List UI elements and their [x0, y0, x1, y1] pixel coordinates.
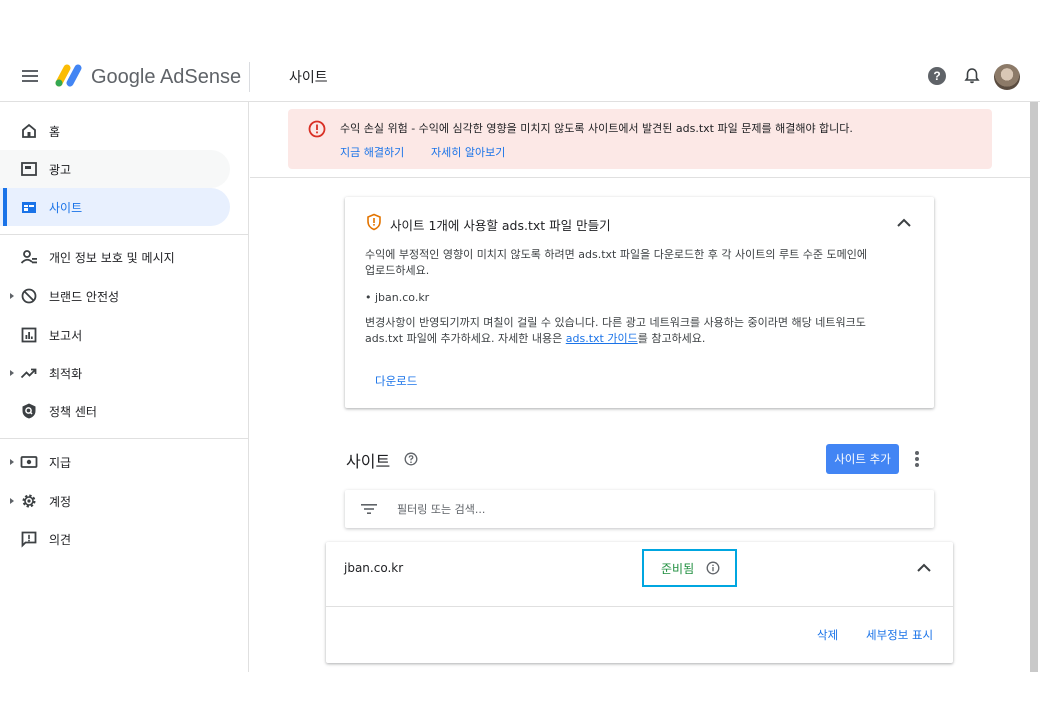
- card-description: 수익에 부정적인 영향이 미치지 않도록 하려면 ads.txt 파일을 다운로…: [365, 247, 925, 279]
- sidebar-item-ads[interactable]: 광고: [0, 150, 230, 188]
- sidebar-item-label: 광고: [49, 163, 72, 177]
- sidebar-item-label: 최적화: [49, 367, 83, 381]
- sidebar-item-account[interactable]: 계정: [0, 482, 230, 520]
- feedback-icon: [21, 531, 37, 548]
- site-row-card: jban.co.kr 준비됨 삭제 세부정보 표시: [326, 542, 953, 663]
- note-text: 를 참고하세요.: [637, 332, 706, 345]
- sites-icon: [22, 202, 36, 213]
- scrollbar[interactable]: [1030, 102, 1038, 672]
- status-highlight-box: 준비됨: [642, 549, 737, 587]
- expand-caret-icon[interactable]: [10, 293, 14, 299]
- sidebar-item-label: 계정: [49, 495, 72, 509]
- fix-now-link[interactable]: 지금 해결하기: [340, 144, 404, 160]
- search-input[interactable]: [397, 500, 897, 518]
- sidebar-item-label: 브랜드 안전성: [49, 290, 120, 304]
- sidebar-item-sites[interactable]: 사이트: [0, 188, 230, 226]
- collapse-chevron-icon[interactable]: [896, 217, 912, 229]
- card-title: 사이트 1개에 사용할 ads.txt 파일 만들기: [390, 218, 611, 233]
- delete-button[interactable]: 삭제: [817, 627, 838, 643]
- privacy-icon: [20, 250, 37, 264]
- warning-shield-icon: [367, 213, 381, 231]
- sidebar: 홈 광고 사이트 개인 정보 보호 및 메시지 브랜드 안전성 보고서 최적화 …: [0, 102, 249, 672]
- ads-txt-alert-banner: 수익 손실 위험 - 수익에 심각한 영향을 미치지 않도록 사이트에서 발견된…: [288, 109, 992, 169]
- expand-caret-icon[interactable]: [10, 370, 14, 376]
- policy-shield-icon: [22, 403, 36, 419]
- content-divider: [250, 177, 1030, 178]
- sidebar-item-label: 개인 정보 보호 및 메시지: [49, 251, 175, 265]
- sidebar-item-label: 보고서: [49, 329, 83, 343]
- sidebar-divider: [0, 234, 249, 235]
- description-line: 업로드하세요.: [365, 264, 430, 277]
- avatar[interactable]: [994, 64, 1020, 90]
- sidebar-item-payments[interactable]: 지급: [0, 443, 230, 481]
- note-line: 변경사항이 반영되기까지 며칠이 걸릴 수 있습니다. 다른 광고 네트워크를 …: [365, 316, 866, 329]
- bell-icon[interactable]: [963, 67, 981, 85]
- sidebar-item-label: 의견: [49, 533, 72, 547]
- top-bar: Google AdSense 사이트 ?: [0, 52, 1040, 102]
- block-icon: [21, 288, 37, 304]
- expand-caret-icon[interactable]: [10, 498, 14, 504]
- add-site-button[interactable]: 사이트 추가: [826, 444, 899, 474]
- filter-bar: [345, 490, 934, 528]
- error-icon: [308, 120, 326, 138]
- page-title: 사이트: [289, 70, 328, 86]
- row-divider: [326, 606, 953, 607]
- alert-message: 수익 손실 위험 - 수익에 심각한 영향을 미치지 않도록 사이트에서 발견된…: [340, 122, 853, 135]
- payment-icon: [20, 456, 38, 468]
- sites-section-title: 사이트: [346, 452, 391, 471]
- site-domain: jban.co.kr: [344, 561, 404, 575]
- card-note: 변경사항이 반영되기까지 며칠이 걸릴 수 있습니다. 다른 광고 네트워크를 …: [365, 315, 925, 347]
- main-content: 수익 손실 위험 - 수익에 심각한 영향을 미치지 않도록 사이트에서 발견된…: [250, 102, 1030, 672]
- sidebar-item-label: 홈: [49, 125, 61, 139]
- download-button[interactable]: 다운로드: [375, 373, 417, 389]
- site-bullet: • jban.co.kr: [365, 291, 430, 304]
- help-outline-icon[interactable]: [404, 452, 418, 466]
- ads-txt-guide-link[interactable]: ads.txt 가이드: [566, 332, 638, 345]
- menu-icon[interactable]: [22, 69, 40, 83]
- gear-icon: [22, 494, 36, 508]
- note-line: ads.txt 파일에 추가하세요. 자세한 내용은 ads.txt 가이드를 …: [365, 331, 925, 347]
- trending-icon: [20, 368, 37, 379]
- learn-more-link[interactable]: 자세히 알아보기: [431, 144, 505, 160]
- status-badge: 준비됨: [661, 562, 695, 576]
- sidebar-item-policy-center[interactable]: 정책 센터: [0, 392, 230, 430]
- expand-caret-icon[interactable]: [10, 459, 14, 465]
- sidebar-item-brand-safety[interactable]: 브랜드 안전성: [0, 277, 230, 315]
- info-icon[interactable]: [706, 561, 720, 575]
- sidebar-item-label: 사이트: [49, 201, 83, 215]
- collapse-chevron-icon[interactable]: [916, 562, 932, 574]
- sidebar-item-label: 정책 센터: [49, 405, 97, 419]
- header-divider: [249, 62, 250, 92]
- sidebar-item-home[interactable]: 홈: [0, 112, 230, 150]
- ads-txt-card: 사이트 1개에 사용할 ads.txt 파일 만들기 수익에 부정적인 영향이 …: [345, 197, 934, 408]
- sidebar-item-feedback[interactable]: 의견: [0, 520, 230, 558]
- sidebar-item-optimization[interactable]: 최적화: [0, 354, 230, 392]
- adsense-logo: [55, 64, 82, 87]
- adsense-app: Google AdSense 사이트 ? 홈 광고 사이트 개인 정보 보호 및…: [0, 52, 1040, 672]
- report-icon: [21, 327, 37, 343]
- ads-icon: [21, 162, 37, 176]
- show-details-button[interactable]: 세부정보 표시: [866, 627, 933, 643]
- help-icon[interactable]: ?: [928, 67, 946, 85]
- filter-icon[interactable]: [361, 503, 377, 515]
- brand-name: Google AdSense: [91, 66, 242, 88]
- description-line: 수익에 부정적인 영향이 미치지 않도록 하려면 ads.txt 파일을 다운로…: [365, 248, 867, 261]
- sidebar-item-label: 지급: [49, 456, 72, 470]
- note-text: ads.txt 파일에 추가하세요. 자세한 내용은: [365, 332, 566, 345]
- more-options-icon[interactable]: [914, 451, 920, 467]
- home-icon: [22, 123, 36, 138]
- sidebar-item-privacy[interactable]: 개인 정보 보호 및 메시지: [0, 238, 230, 276]
- sidebar-item-reports[interactable]: 보고서: [0, 316, 230, 354]
- sidebar-divider: [0, 438, 249, 439]
